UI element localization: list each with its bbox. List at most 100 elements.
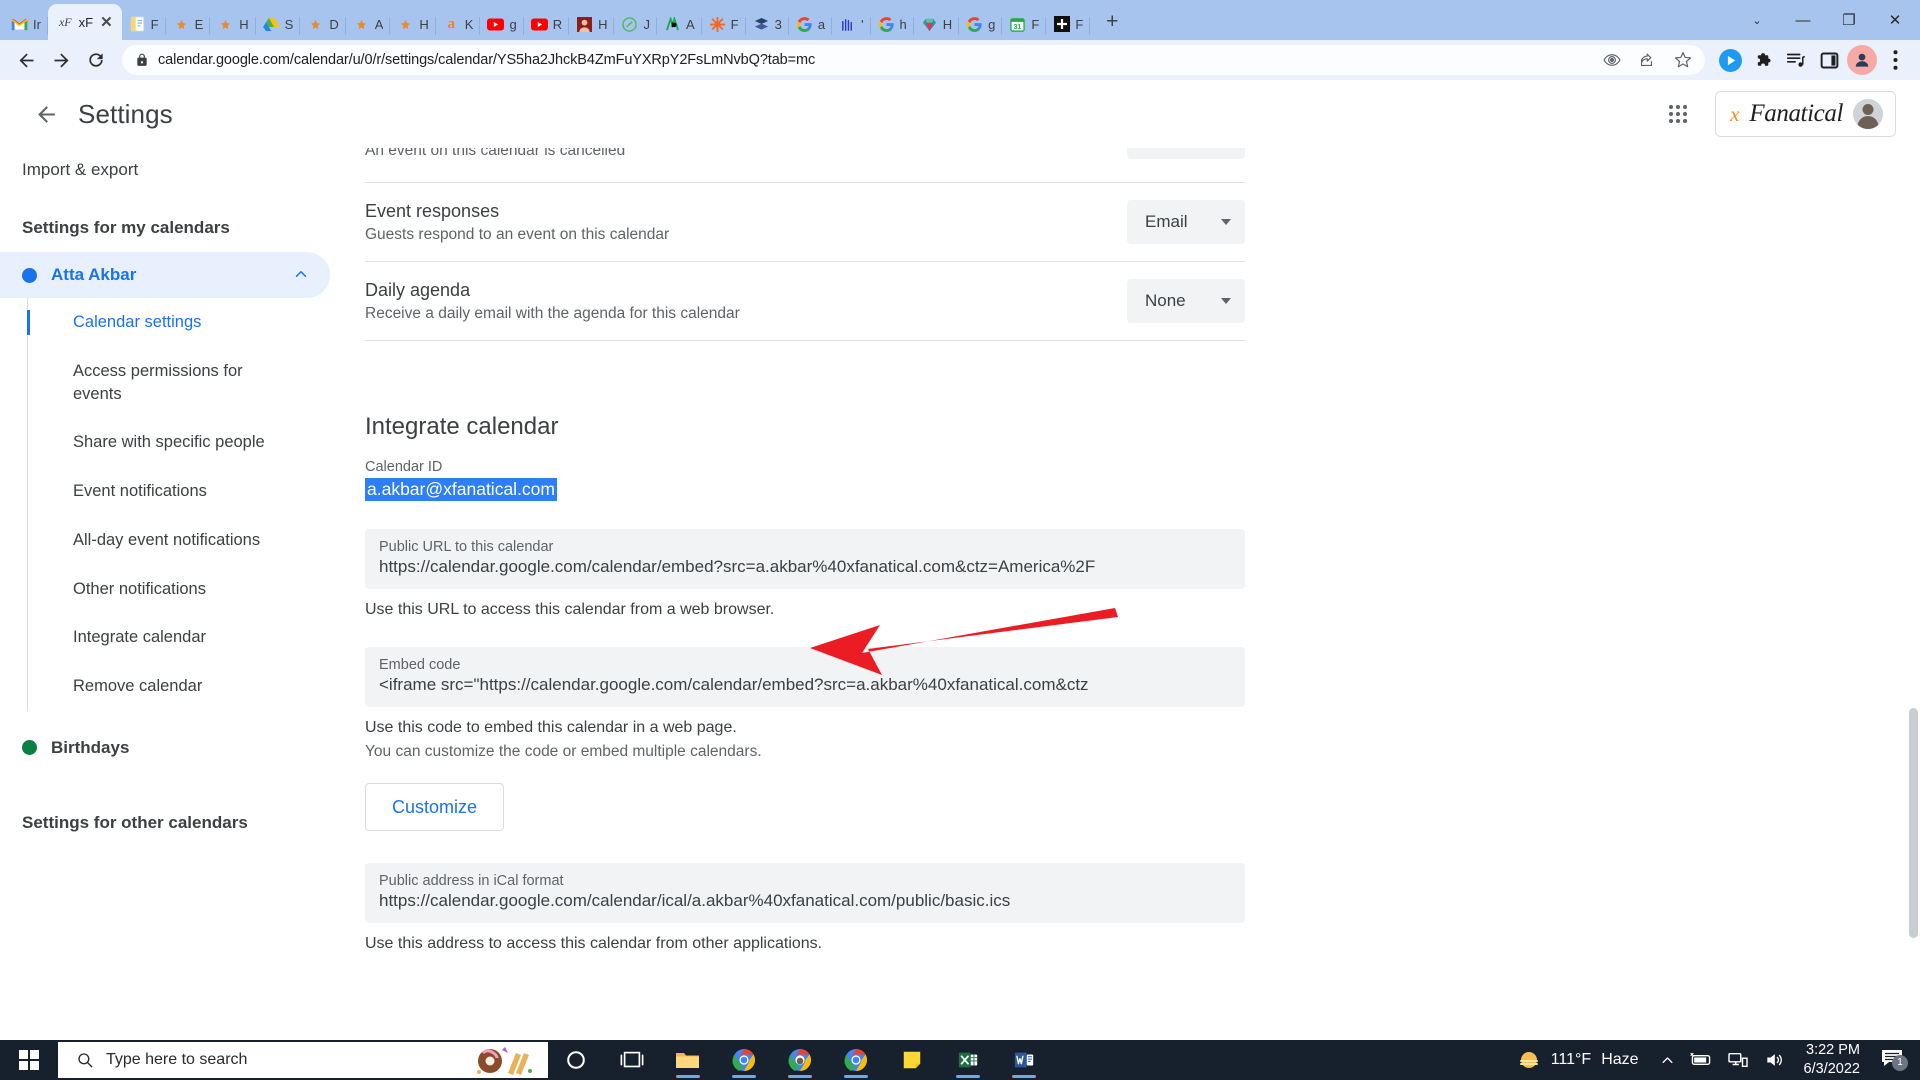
browser-tab[interactable]: H bbox=[390, 8, 437, 40]
calendar-id-value[interactable]: a.akbar@xfanatical.com bbox=[365, 478, 557, 501]
minimize-button[interactable]: — bbox=[1780, 0, 1826, 40]
browser-tab[interactable]: A bbox=[346, 8, 391, 40]
chrome-active-icon[interactable] bbox=[828, 1040, 884, 1080]
forward-button[interactable] bbox=[45, 44, 77, 76]
three-dot-menu-icon[interactable] bbox=[1880, 45, 1910, 75]
ical-value[interactable]: https://calendar.google.com/calendar/ica… bbox=[379, 891, 1231, 911]
browser-tab[interactable]: D bbox=[300, 8, 347, 40]
browser-tab-label: H bbox=[239, 16, 249, 32]
browser-tab[interactable]: aK bbox=[436, 8, 481, 40]
browser-tab[interactable]: A bbox=[657, 8, 702, 40]
browser-tab[interactable]: R bbox=[524, 8, 570, 40]
sidebar-item-other-notifications[interactable]: Other notifications bbox=[55, 565, 325, 614]
side-panel-icon[interactable] bbox=[1814, 45, 1844, 75]
public-url-field[interactable]: Public URL to this calendar https://cale… bbox=[365, 529, 1245, 589]
page-scrollbar[interactable] bbox=[1906, 148, 1920, 1040]
browser-tab[interactable]: H bbox=[914, 8, 960, 40]
chevron-up-icon[interactable] bbox=[292, 265, 310, 286]
integrate-calendar-heading: Integrate calendar bbox=[365, 413, 559, 440]
cortana-icon[interactable] bbox=[548, 1040, 604, 1080]
network-icon[interactable] bbox=[1720, 1040, 1756, 1080]
orange-dot-icon bbox=[217, 16, 234, 33]
embed-code-value[interactable]: <iframe src="https://calendar.google.com… bbox=[379, 675, 1231, 695]
task-view-icon[interactable] bbox=[604, 1040, 660, 1080]
sidebar-item-remove-calendar[interactable]: Remove calendar bbox=[55, 662, 325, 711]
blue-video-extension-icon[interactable] bbox=[1715, 45, 1745, 75]
browser-tab-label: F bbox=[1075, 16, 1084, 32]
reading-mode-icon[interactable] bbox=[1603, 51, 1621, 69]
sidebar-item-share-with-specific-people[interactable]: Share with specific people bbox=[55, 418, 325, 467]
browser-tab[interactable]: h bbox=[871, 8, 915, 40]
sidebar-item-access-permissions[interactable]: Access permissions for events bbox=[55, 347, 285, 419]
browser-tab[interactable]: E bbox=[166, 8, 211, 40]
tab-close-icon[interactable]: ✕ bbox=[100, 15, 113, 30]
browser-tab[interactable]: 3 bbox=[746, 8, 790, 40]
taskbar-clock[interactable]: 3:22 PM 6/3/2022 bbox=[1792, 1041, 1872, 1079]
google-icon bbox=[966, 16, 983, 33]
show-hidden-icons-button[interactable] bbox=[1653, 1040, 1682, 1080]
embed-code-field[interactable]: Embed code <iframe src="https://calendar… bbox=[365, 647, 1245, 707]
daily-agenda-dropdown[interactable]: None bbox=[1127, 279, 1245, 323]
browser-tab[interactable]: Ir bbox=[4, 8, 48, 40]
sidebar-calendar-birthdays[interactable]: Birthdays bbox=[0, 725, 330, 771]
sidebar-item-calendar-settings[interactable]: Calendar settings bbox=[27, 298, 325, 347]
browser-tab[interactable]: F bbox=[702, 8, 746, 40]
setting-row-daily-agenda: Daily agenda Receive a daily email with … bbox=[365, 262, 1245, 340]
sidebar-item-event-notifications[interactable]: Event notifications bbox=[55, 467, 325, 516]
browser-tab[interactable]: g bbox=[959, 8, 1003, 40]
weather-widget[interactable]: 111°F Haze bbox=[1511, 1048, 1653, 1072]
event-responses-dropdown[interactable]: Email bbox=[1127, 200, 1245, 244]
browser-tab[interactable]: S bbox=[256, 8, 301, 40]
browser-tab-label: R bbox=[552, 16, 563, 32]
puzzle-extensions-icon[interactable] bbox=[1748, 45, 1778, 75]
sticky-notes-icon[interactable] bbox=[884, 1040, 940, 1080]
browser-tab[interactable]: H bbox=[210, 8, 257, 40]
excel-icon[interactable] bbox=[940, 1040, 996, 1080]
cancelled-dropdown[interactable] bbox=[1127, 148, 1245, 159]
sidebar-item-all-day-event-notifications[interactable]: All-day event notifications bbox=[55, 516, 325, 565]
volume-icon[interactable] bbox=[1756, 1040, 1792, 1080]
ical-address-field[interactable]: Public address in iCal format https://ca… bbox=[365, 863, 1245, 923]
share-icon[interactable] bbox=[1638, 52, 1655, 69]
maximize-button[interactable]: ❐ bbox=[1826, 0, 1872, 40]
close-window-button[interactable]: ✕ bbox=[1872, 0, 1918, 40]
tab-search-button[interactable]: ⌄ bbox=[1734, 0, 1780, 40]
sidebar-heading-other-calendars: Settings for other calendars bbox=[22, 812, 248, 832]
address-bar[interactable]: calendar.google.com/calendar/u/0/r/setti… bbox=[122, 45, 1705, 75]
battery-icon[interactable] bbox=[1682, 1040, 1720, 1080]
chrome-icon[interactable] bbox=[716, 1040, 772, 1080]
new-tab-button[interactable]: + bbox=[1098, 8, 1126, 36]
scrollbar-thumb[interactable] bbox=[1909, 708, 1918, 938]
browser-tab[interactable]: J bbox=[614, 8, 657, 40]
account-avatar[interactable] bbox=[1853, 99, 1883, 129]
browser-tab[interactable]: ' bbox=[832, 8, 872, 40]
clock-date: 6/3/2022 bbox=[1803, 1061, 1860, 1077]
profile-avatar-icon[interactable] bbox=[1847, 45, 1877, 75]
start-button[interactable] bbox=[0, 1040, 58, 1080]
sidebar-calendar-atta-akbar[interactable]: Atta Akbar bbox=[0, 252, 330, 298]
search-input[interactable]: Type here to search bbox=[58, 1042, 548, 1078]
bookmark-star-icon[interactable] bbox=[1674, 51, 1692, 69]
browser-tab[interactable]: F bbox=[122, 8, 166, 40]
notification-center-button[interactable]: 1 bbox=[1872, 1047, 1916, 1074]
word-icon[interactable] bbox=[996, 1040, 1052, 1080]
customize-button[interactable]: Customize bbox=[365, 783, 505, 831]
browser-tab-label: D bbox=[329, 16, 339, 32]
back-to-calendar-button[interactable] bbox=[22, 90, 70, 138]
browser-tab[interactable]: F bbox=[1046, 8, 1091, 40]
browser-tab[interactable]: 31 F bbox=[1002, 8, 1047, 40]
chrome-profile-icon[interactable] bbox=[772, 1040, 828, 1080]
sidebar-item-import-export[interactable]: Import & export bbox=[0, 148, 330, 192]
url-text[interactable]: calendar.google.com/calendar/u/0/r/setti… bbox=[158, 52, 1588, 68]
browser-tab[interactable]: a bbox=[789, 8, 833, 40]
browser-tab[interactable]: H bbox=[569, 8, 615, 40]
public-url-value[interactable]: https://calendar.google.com/calendar/emb… bbox=[379, 557, 1231, 577]
browser-tab-active[interactable]: xF xF ✕ bbox=[47, 4, 122, 40]
playlist-icon[interactable] bbox=[1781, 45, 1811, 75]
file-explorer-icon[interactable] bbox=[660, 1040, 716, 1080]
sidebar-item-integrate-calendar[interactable]: Integrate calendar bbox=[55, 613, 325, 662]
reload-button[interactable] bbox=[80, 44, 112, 76]
back-button[interactable] bbox=[10, 44, 42, 76]
google-apps-icon[interactable] bbox=[1657, 93, 1699, 135]
browser-tab[interactable]: g bbox=[480, 8, 524, 40]
